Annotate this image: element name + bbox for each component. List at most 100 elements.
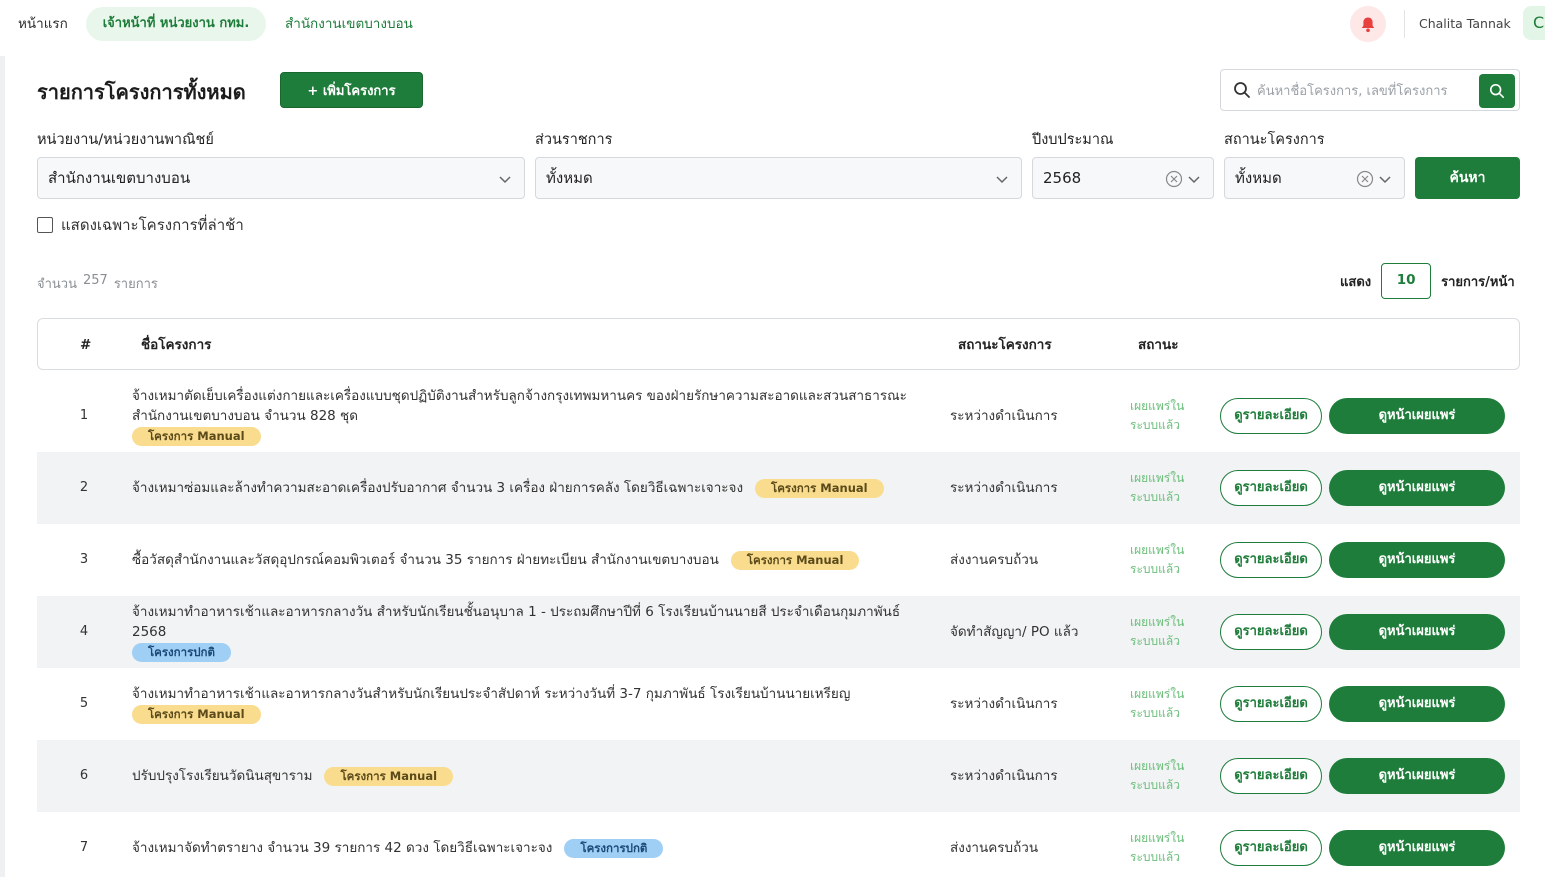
view-publish-page-button[interactable]: ดูหน้าเผยแพร่ xyxy=(1329,830,1505,866)
row-name-cell: จ้างเหมาซ่อมและล้างทำความสะอาดเครื่องปรั… xyxy=(132,452,932,524)
row-name-wrap: จ้างเหมาจัดทำตรายาง จำนวน 39 รายการ 42 ด… xyxy=(132,838,664,858)
count-suffix: รายการ xyxy=(113,277,158,292)
view-publish-page-button[interactable]: ดูหน้าเผยแพร่ xyxy=(1329,398,1505,434)
table-row: 6 ปรับปรุงโรงเรียนวัดนินสุขาราม โครงการ … xyxy=(37,740,1520,812)
project-type-tag: โครงการปกติ xyxy=(132,643,231,662)
project-name-link[interactable]: จ้างเหมาตัดเย็บเครื่องแต่งกายและเครื่องแ… xyxy=(132,388,907,424)
project-type-tag: โครงการ Manual xyxy=(755,478,884,498)
table-row: 5 จ้างเหมาทำอาหารเช้าและอาหารกลางวันสำหร… xyxy=(37,668,1520,740)
budget-year-select[interactable]: 2568 xyxy=(1032,157,1214,199)
agency-filter-label: หน่วยงาน/หน่วยงานพาณิชย์ xyxy=(37,132,214,148)
project-status: ระหว่างดำเนินการ xyxy=(950,696,1058,712)
publish-status: เผยแพร่ใน ระบบแล้ว xyxy=(1130,543,1185,576)
nav-office-link[interactable]: สำนักงานเขตบางบอน xyxy=(285,7,413,41)
project-name-link[interactable]: จ้างเหมาทำอาหารเช้าและอาหารกลางวัน สำหรั… xyxy=(132,604,900,640)
column-header-name: ชื่อโครงการ xyxy=(141,337,212,353)
late-only-label: แสดงเฉพาะโครงการที่ล่าช้า xyxy=(61,216,244,234)
project-status: ส่งงานครบถ้วน xyxy=(950,552,1039,568)
view-publish-page-button[interactable]: ดูหน้าเผยแพร่ xyxy=(1329,686,1505,722)
project-name-link[interactable]: จ้างเหมาทำอาหารเช้าและอาหารกลางวันสำหรับ… xyxy=(132,686,850,702)
nav-home-link[interactable]: หน้าแรก xyxy=(18,7,68,41)
row-name-wrap: ปรับปรุงโรงเรียนวัดนินสุขาราม โครงการ Ma… xyxy=(132,766,454,786)
project-name-link[interactable]: ซื้อวัสดุสำนักงานและวัสดุอุปกรณ์คอมพิวเต… xyxy=(132,550,719,570)
per-page-label: รายการ/หน้า xyxy=(1441,274,1515,290)
view-detail-button[interactable]: ดูรายละเอียด xyxy=(1220,758,1322,794)
notification-button[interactable] xyxy=(1350,6,1386,42)
project-name-link[interactable]: จ้างเหมาซ่อมและล้างทำความสะอาดเครื่องปรั… xyxy=(132,478,743,498)
publish-status: เผยแพร่ใน ระบบแล้ว xyxy=(1130,471,1185,504)
topbar-divider xyxy=(1404,10,1405,38)
project-status: ระหว่างดำเนินการ xyxy=(950,480,1058,496)
bell-icon xyxy=(1361,17,1375,32)
view-detail-button[interactable]: ดูรายละเอียด xyxy=(1220,398,1322,434)
row-name-cell: จ้างเหมาจัดทำตรายาง จำนวน 39 รายการ 42 ด… xyxy=(132,812,932,877)
nav-role-tab[interactable]: เจ้าหน้าที่ หน่วยงาน กทม. xyxy=(86,7,266,41)
publish-status: เผยแพร่ใน ระบบแล้ว xyxy=(1130,759,1185,792)
row-name-cell: ซื้อวัสดุสำนักงานและวัสดุอุปกรณ์คอมพิวเต… xyxy=(132,524,932,596)
row-number: 7 xyxy=(79,840,89,855)
view-detail-button[interactable]: ดูรายละเอียด xyxy=(1220,614,1322,650)
project-status: ส่งงานครบถ้วน xyxy=(950,840,1039,856)
view-detail-button[interactable]: ดูรายละเอียด xyxy=(1220,542,1322,578)
budget-year-filter-label: ปีงบประมาณ xyxy=(1032,132,1114,148)
row-name-cell: ปรับปรุงโรงเรียนวัดนินสุขาราม โครงการ Ma… xyxy=(132,740,932,812)
page-size-input[interactable]: 10 xyxy=(1381,263,1432,299)
row-number: 6 xyxy=(79,768,89,783)
table-header: # ชื่อโครงการ สถานะโครงการ สถานะ xyxy=(37,318,1520,370)
project-status-filter-label: สถานะโครงการ xyxy=(1224,132,1325,148)
clear-icon[interactable] xyxy=(1165,170,1183,188)
app-root: หน้าแรก เจ้าหน้าที่ หน่วยงาน กทม. สำนักง… xyxy=(0,0,1545,877)
project-status-select-value: ทั้งหมด xyxy=(1235,169,1282,187)
clear-icon[interactable] xyxy=(1356,170,1374,188)
add-project-label: + เพิ่มโครงการ xyxy=(307,83,396,99)
division-select[interactable]: ทั้งหมด xyxy=(535,157,1022,199)
chevron-down-icon xyxy=(1379,176,1391,184)
row-number: 5 xyxy=(79,696,89,711)
page-size-control: แสดง 10 รายการ/หน้า xyxy=(1340,263,1515,299)
view-detail-button[interactable]: ดูรายละเอียด xyxy=(1220,830,1322,866)
table-row: 3 ซื้อวัสดุสำนักงานและวัสดุอุปกรณ์คอมพิว… xyxy=(37,524,1520,596)
publish-status: เผยแพร่ใน ระบบแล้ว xyxy=(1130,687,1185,720)
view-publish-page-button[interactable]: ดูหน้าเผยแพร่ xyxy=(1329,614,1505,650)
avatar[interactable]: C xyxy=(1523,6,1545,40)
row-number: 2 xyxy=(79,480,89,495)
project-status-select[interactable]: ทั้งหมด xyxy=(1224,157,1405,199)
row-name-wrap: จ้างเหมาซ่อมและล้างทำความสะอาดเครื่องปรั… xyxy=(132,478,884,498)
project-name-link[interactable]: จ้างเหมาจัดทำตรายาง จำนวน 39 รายการ 42 ด… xyxy=(132,838,552,858)
search-icon xyxy=(1234,82,1250,98)
column-header-status: สถานะ xyxy=(1138,337,1179,353)
late-only-checkbox[interactable] xyxy=(37,217,53,233)
row-name-wrap: ซื้อวัสดุสำนักงานและวัสดุอุปกรณ์คอมพิวเต… xyxy=(132,550,860,570)
row-number: 4 xyxy=(79,624,89,639)
chevron-down-icon xyxy=(996,176,1008,184)
row-name-cell: จ้างเหมาทำอาหารเช้าและอาหารกลางวัน สำหรั… xyxy=(132,596,932,668)
search-submit-button[interactable] xyxy=(1479,74,1515,108)
view-publish-page-button[interactable]: ดูหน้าเผยแพร่ xyxy=(1329,470,1505,506)
result-count: จำนวน 257 รายการ xyxy=(37,273,158,294)
division-select-value: ทั้งหมด xyxy=(546,169,593,187)
user-name[interactable]: Chalita Tannak xyxy=(1419,7,1511,41)
project-type-tag: โครงการ Manual xyxy=(324,766,454,786)
count-prefix: จำนวน xyxy=(37,277,77,292)
project-name-link[interactable]: ปรับปรุงโรงเรียนวัดนินสุขาราม xyxy=(132,766,312,786)
view-detail-button[interactable]: ดูรายละเอียด xyxy=(1220,470,1322,506)
late-only-filter: แสดงเฉพาะโครงการที่ล่าช้า xyxy=(37,214,244,236)
table-row: 4 จ้างเหมาทำอาหารเช้าและอาหารกลางวัน สำห… xyxy=(37,596,1520,668)
view-publish-page-button[interactable]: ดูหน้าเผยแพร่ xyxy=(1329,542,1505,578)
project-type-tag: โครงการ Manual xyxy=(730,550,860,570)
project-status: จัดทำสัญญา/ PO แล้ว xyxy=(950,624,1079,640)
top-bar: หน้าแรก เจ้าหน้าที่ หน่วยงาน กทม. สำนักง… xyxy=(0,0,1545,48)
row-name-cell: จ้างเหมาทำอาหารเช้าและอาหารกลางวันสำหรับ… xyxy=(132,668,932,740)
filter-search-button[interactable]: ค้นหา xyxy=(1415,157,1520,199)
left-edge-divider xyxy=(0,56,5,877)
count-value: 257 xyxy=(83,273,108,288)
view-publish-page-button[interactable]: ดูหน้าเผยแพร่ xyxy=(1329,758,1505,794)
show-label: แสดง xyxy=(1340,274,1372,290)
add-project-button[interactable]: + เพิ่มโครงการ xyxy=(280,72,423,108)
page-title: รายการโครงการทั้งหมด xyxy=(37,80,246,104)
agency-select[interactable]: สำนักงานเขตบางบอน xyxy=(37,157,525,199)
search-input[interactable] xyxy=(1257,78,1475,104)
agency-select-value: สำนักงานเขตบางบอน xyxy=(48,169,191,187)
publish-status: เผยแพร่ใน ระบบแล้ว xyxy=(1130,831,1185,864)
view-detail-button[interactable]: ดูรายละเอียด xyxy=(1220,686,1322,722)
